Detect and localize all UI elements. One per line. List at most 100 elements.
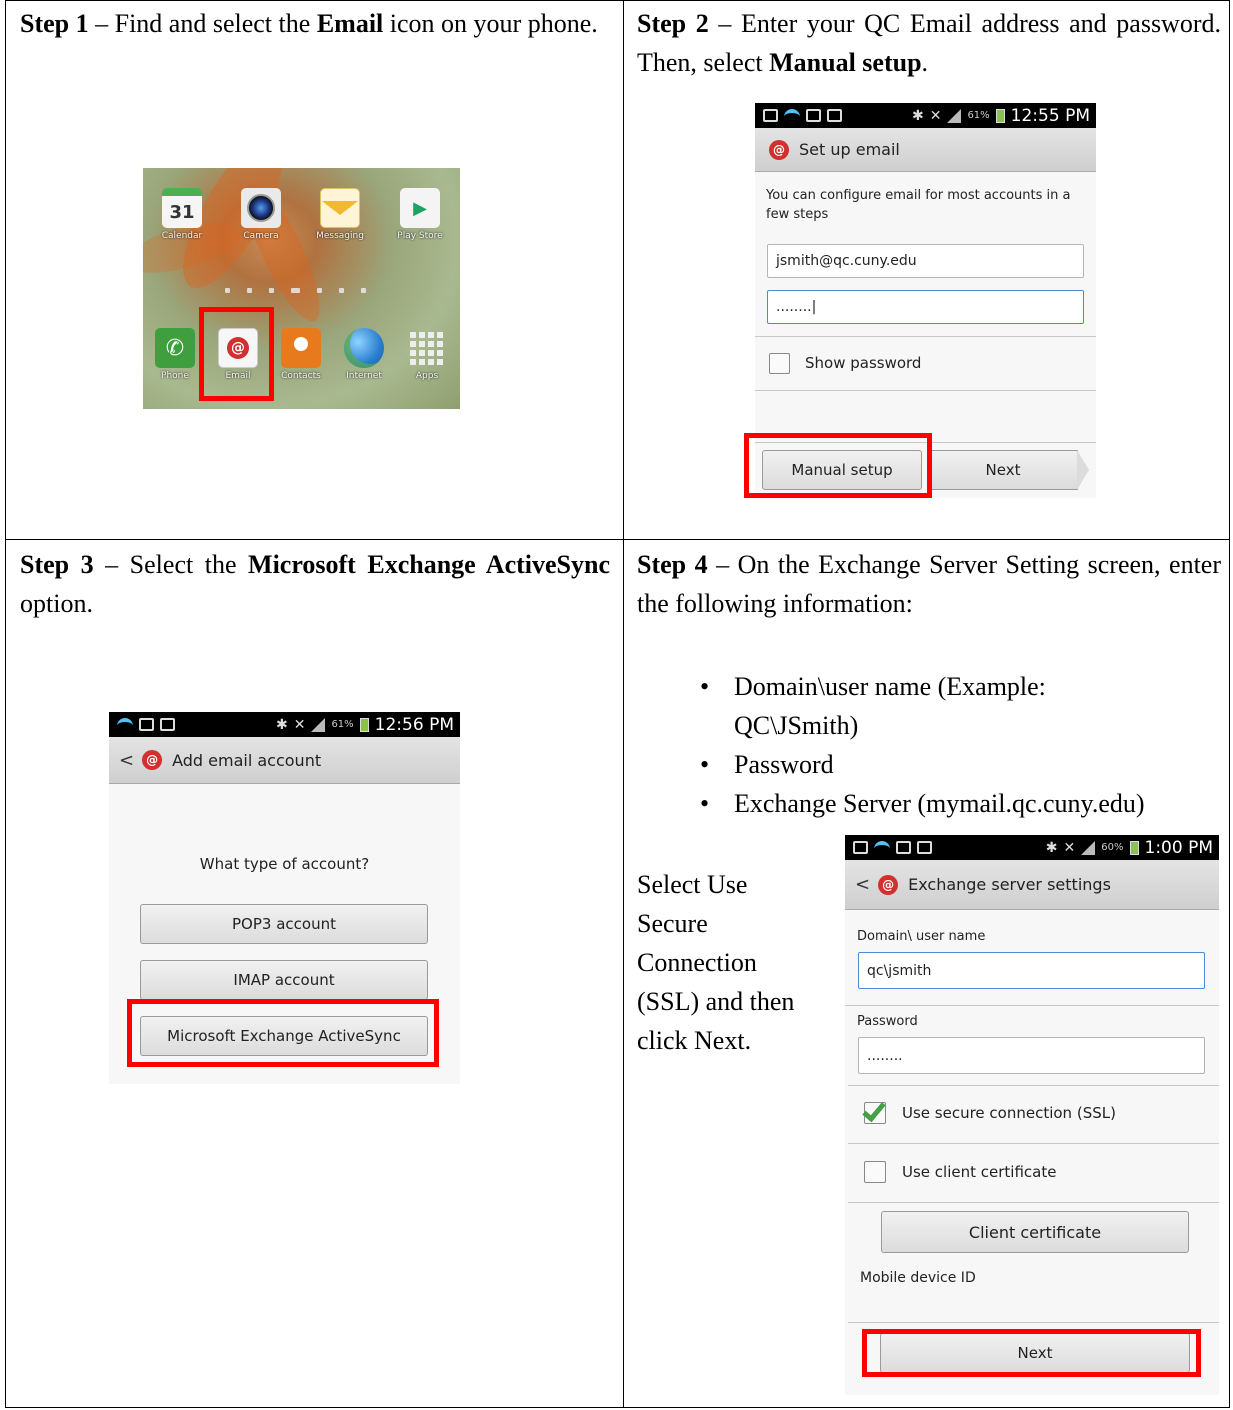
client-certificate-checkbox[interactable] xyxy=(864,1161,886,1183)
app-label: Messaging xyxy=(316,231,364,241)
app-phone[interactable]: ✆ Phone xyxy=(145,328,205,381)
domain-username-field[interactable]: qc\jsmith xyxy=(858,952,1205,989)
app-messaging[interactable]: Messaging xyxy=(310,188,370,241)
screen-title: Add email account xyxy=(172,750,322,770)
table-border-left xyxy=(5,0,6,1408)
app-contacts[interactable]: Contacts xyxy=(271,328,331,381)
bluetooth-icon: ✱ xyxy=(275,716,288,733)
divider xyxy=(848,1085,1219,1086)
battery-icon xyxy=(359,717,369,732)
app-label: Internet xyxy=(346,371,382,381)
clock: 12:55 PM xyxy=(1010,105,1090,126)
email-icon-highlight xyxy=(199,307,274,401)
phone-icon: ✆ xyxy=(155,328,195,368)
bullet-domain: Domain\user name (Example: QC\JSmith) xyxy=(700,667,1100,745)
step2-instructions: Step 2 – Enter your QC Email address and… xyxy=(637,4,1221,82)
email-app-icon: @ xyxy=(769,139,789,160)
wifi-icon xyxy=(117,717,133,732)
exchange-activesync-highlight xyxy=(127,999,439,1067)
next-button[interactable]: Next xyxy=(928,450,1078,490)
clock: 12:56 PM xyxy=(374,714,454,735)
app-camera[interactable]: Camera xyxy=(231,188,291,241)
apps-grid-icon xyxy=(407,328,447,368)
app-apps[interactable]: Apps xyxy=(397,328,457,381)
manual-setup-highlight xyxy=(744,433,932,498)
wifi-icon xyxy=(874,840,890,855)
battery-icon xyxy=(1129,840,1139,855)
table-border-right xyxy=(1229,0,1230,1408)
image-icon xyxy=(896,841,911,854)
image-icon xyxy=(806,109,821,122)
keyboard-icon xyxy=(853,841,868,854)
domain-username-label: Domain\ user name xyxy=(857,929,986,944)
bag-icon xyxy=(917,841,932,854)
clock: 1:00 PM xyxy=(1144,837,1214,858)
app-label: Calendar xyxy=(161,231,203,241)
app-label: Camera xyxy=(243,231,279,241)
bag-icon xyxy=(160,718,175,731)
app-label: Play Store xyxy=(397,231,443,241)
app-calendar[interactable]: 31 Calendar xyxy=(152,188,212,241)
page-indicator xyxy=(225,288,366,293)
app-play-store[interactable]: ▶ Play Store xyxy=(390,188,450,241)
show-password-label: Show password xyxy=(805,354,922,372)
mute-icon: ✕ xyxy=(1063,839,1076,856)
homescreen-screenshot: 31 Calendar Camera Messaging ▶ Play Stor… xyxy=(143,168,460,409)
client-certificate-checkbox-label: Use client certificate xyxy=(902,1163,1057,1181)
next-button-highlight xyxy=(862,1329,1201,1377)
mute-icon: ✕ xyxy=(293,716,306,733)
title-bar: @ Set up email xyxy=(755,128,1096,172)
screen-title: Set up email xyxy=(799,140,900,159)
account-type-question: What type of account? xyxy=(199,855,370,873)
divider xyxy=(755,336,1096,337)
password-field[interactable]: ........| xyxy=(767,290,1084,324)
step1-label: Step 1 xyxy=(20,9,89,38)
show-password-checkbox[interactable] xyxy=(769,353,790,374)
screen-title: Exchange server settings xyxy=(908,875,1111,894)
pop3-account-button[interactable]: POP3 account xyxy=(140,904,428,944)
back-chevron-icon[interactable]: < xyxy=(855,874,870,895)
email-app-icon: @ xyxy=(878,874,899,895)
table-row-divider xyxy=(5,539,1230,540)
divider xyxy=(848,1322,1219,1323)
imap-account-button[interactable]: IMAP account xyxy=(140,960,428,1000)
keyboard-icon xyxy=(763,109,778,122)
intro-text: You can configure email for most account… xyxy=(766,188,1071,222)
wifi-icon xyxy=(784,108,800,123)
settings-bullet-list: Domain\user name (Example: QC\JSmith) Pa… xyxy=(700,667,1145,823)
title-bar: < @ Exchange server settings xyxy=(845,860,1219,910)
step3-label: Step 3 xyxy=(20,550,94,579)
email-field[interactable]: jsmith@qc.cuny.edu xyxy=(767,244,1084,278)
divider xyxy=(848,1143,1219,1144)
step1-instructions: Step 1 – Find and select the Email icon … xyxy=(20,4,610,43)
signal-icon xyxy=(947,108,962,123)
image-icon xyxy=(139,718,154,731)
divider xyxy=(845,1005,1219,1006)
divider xyxy=(755,390,1096,391)
step3-exchange-bold: Microsoft Exchange ActiveSync xyxy=(248,550,610,579)
status-bar: ✱ ✕ 61% 12:55 PM xyxy=(755,103,1096,128)
globe-icon xyxy=(344,328,384,368)
step3-text-a: – Select the xyxy=(93,550,249,579)
battery-percent: 61% xyxy=(331,719,354,730)
next-arrow-tip xyxy=(1077,450,1089,490)
battery-icon xyxy=(995,108,1005,123)
mute-icon: ✕ xyxy=(929,107,942,124)
step2-text-b: . xyxy=(921,48,929,77)
app-internet[interactable]: Internet xyxy=(334,328,394,381)
client-certificate-button[interactable]: Client certificate xyxy=(881,1211,1189,1253)
app-label: Contacts xyxy=(281,371,321,381)
step1-text-a: – Find and select the xyxy=(88,9,317,38)
back-chevron-icon[interactable]: < xyxy=(119,750,134,771)
app-label: Apps xyxy=(415,371,439,381)
bluetooth-icon: ✱ xyxy=(1045,839,1058,856)
contacts-icon xyxy=(281,328,321,368)
step1-text-b: icon on your phone. xyxy=(383,9,598,38)
table-border-middle xyxy=(623,0,624,1408)
divider xyxy=(848,1202,1219,1203)
password-field[interactable]: ........ xyxy=(858,1037,1205,1074)
status-bar: ✱ ✕ 61% 12:56 PM xyxy=(109,712,460,737)
app-label: Phone xyxy=(161,371,189,381)
camera-icon xyxy=(241,188,281,228)
password-label: Password xyxy=(857,1014,918,1029)
